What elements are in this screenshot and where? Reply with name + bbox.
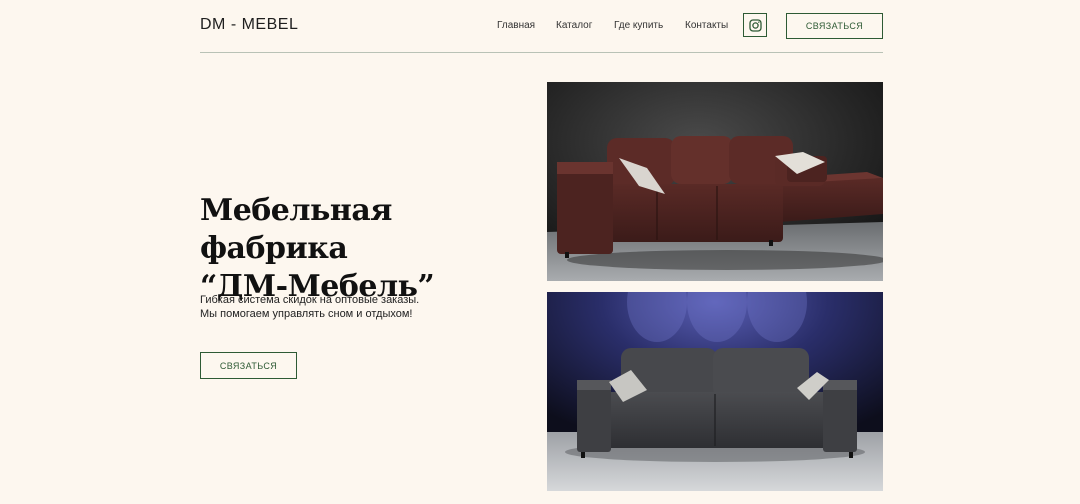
nav-item-catalog[interactable]: Каталог (556, 20, 592, 31)
grey-sofa-photo (547, 292, 883, 491)
hero-subtitle: Гибкая система скидок на оптовые заказы.… (200, 293, 500, 321)
brown-corner-sofa-photo (547, 82, 883, 281)
nav-item-contacts[interactable]: Контакты (685, 20, 728, 31)
site-header: DM - MEBEL Главная Каталог Где купить Ко… (200, 0, 883, 53)
contact-button-header[interactable]: СВЯЗАТЬСЯ (786, 13, 883, 39)
contact-button-hero[interactable]: СВЯЗАТЬСЯ (200, 352, 297, 379)
hero-subtitle-line2: Мы помогаем управлять сном и отдыхом! (200, 308, 413, 320)
hero-title-line1: Мебельная фабрика (200, 193, 392, 266)
nav-item-where-to-buy[interactable]: Где купить (614, 20, 663, 31)
hero-title: Мебельная фабрика “ДМ-Мебель” (200, 192, 530, 306)
instagram-icon[interactable] (743, 13, 767, 37)
logo[interactable]: DM - MEBEL (200, 16, 298, 34)
nav-item-home[interactable]: Главная (497, 20, 535, 31)
hero-subtitle-line1: Гибкая система скидок на оптовые заказы. (200, 294, 420, 306)
